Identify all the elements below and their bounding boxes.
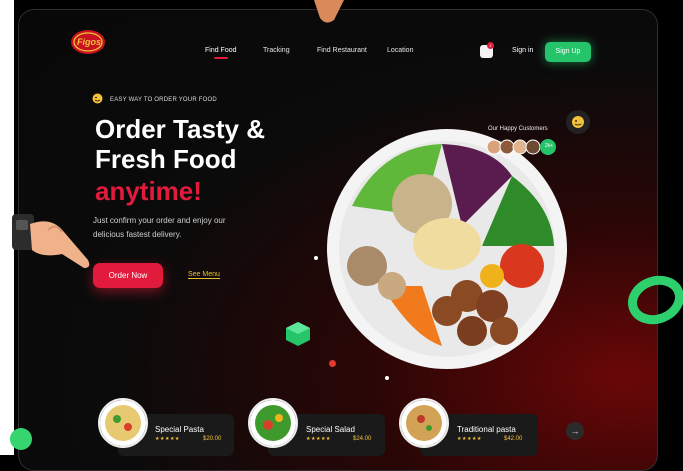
dish-price: $20.00 <box>203 436 222 442</box>
dish-image-special-pasta <box>98 398 148 448</box>
dish-image-special-salad <box>248 398 298 448</box>
hero-title-line3: anytime! <box>95 176 202 206</box>
nav-active-indicator <box>214 57 228 59</box>
hero-subtitle-line2: delicious fastest delivery. <box>93 230 182 239</box>
cart-count-badge: 1 <box>487 42 494 49</box>
happy-customers-label: Our Happy Customers <box>488 126 548 132</box>
carousel-next-arrow-icon[interactable]: → <box>566 422 584 440</box>
dish-price: $24.00 <box>353 436 372 442</box>
dish-name: Special Salad <box>306 425 355 434</box>
hero-title-line1: Order Tasty & <box>95 114 266 144</box>
dish-price: $42.00 <box>504 436 523 442</box>
dish-name: Traditional pasta <box>457 425 516 434</box>
order-now-button[interactable]: Order Now <box>93 263 163 288</box>
signup-button[interactable]: Sign Up <box>545 42 591 62</box>
nav-find-restaurant[interactable]: Find Restaurant <box>317 47 367 54</box>
dish-rating: ★★★★★ <box>306 436 331 442</box>
white-dot-decoration <box>385 376 389 380</box>
see-menu-link[interactable]: See Menu <box>188 271 220 279</box>
nav-find-food[interactable]: Find Food <box>205 47 237 54</box>
smiley-badge-icon <box>566 110 590 134</box>
dish-image-traditional-pasta <box>399 398 449 448</box>
dish-name: Special Pasta <box>155 425 204 434</box>
dish-rating: ★★★★★ <box>155 436 180 442</box>
green-ball-decoration <box>10 428 32 450</box>
hero-tagline: EASY WAY TO ORDER YOUR FOOD <box>110 97 217 103</box>
white-dot-decoration <box>314 256 318 260</box>
signin-link[interactable]: Sign in <box>512 47 533 54</box>
pointing-hand-illustration <box>12 214 90 268</box>
green-cube-decoration <box>286 322 310 346</box>
green-ring-decoration <box>628 275 683 325</box>
floating-bread-decoration <box>314 0 344 23</box>
hero-subtitle-line1: Just confirm your order and enjoy our <box>93 216 226 225</box>
nav-location[interactable]: Location <box>387 47 413 54</box>
hero-title-line2: Fresh Food <box>95 144 237 174</box>
dish-rating: ★★★★★ <box>457 436 482 442</box>
logo-text: Figos <box>77 37 101 47</box>
food-bowl-image <box>327 129 567 369</box>
smiley-icon <box>92 93 103 104</box>
nav-tracking[interactable]: Tracking <box>263 47 290 54</box>
customers-more-count: 2k+ <box>544 143 554 149</box>
